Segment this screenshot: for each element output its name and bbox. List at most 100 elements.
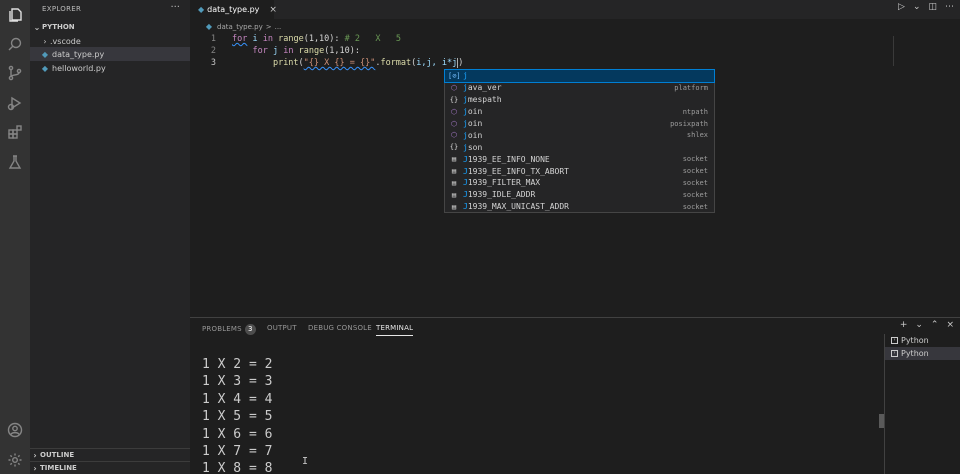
- breadcrumb-symbol[interactable]: ...: [275, 23, 282, 31]
- suggestion-item[interactable]: ⬡ join posixpath: [445, 118, 714, 130]
- namespace-icon: {}: [449, 143, 459, 152]
- chevron-down-icon[interactable]: ⌄: [913, 2, 921, 12]
- suggestion-item[interactable]: ▤ J1939_IDLE_ADDR socket: [445, 189, 714, 201]
- namespace-icon: {}: [449, 95, 459, 104]
- terminal-line: 1 X 6 = 6: [202, 426, 273, 442]
- sidebar-item-data-type[interactable]: ◆ data_type.py: [30, 47, 190, 61]
- suggestion-item[interactable]: {} json: [445, 141, 714, 153]
- tab-data-type[interactable]: ◆ data_type.py ×: [190, 0, 277, 19]
- tab-terminal[interactable]: TERMINAL: [376, 324, 414, 336]
- module-icon: ⬡: [450, 131, 458, 140]
- terminal-item-label: Python: [901, 349, 929, 358]
- code-token: (1,10):: [303, 34, 340, 44]
- code-token: range: [298, 46, 325, 56]
- suggestion-item[interactable]: {} jmespath: [445, 94, 714, 106]
- editor-scrollbar[interactable]: [893, 36, 894, 66]
- sidebar-item-helloworld[interactable]: ◆ helloworld.py: [30, 61, 190, 75]
- code-token: (1,10):: [324, 46, 361, 56]
- split-editor-icon[interactable]: ◫: [928, 2, 937, 12]
- code-line-1: 1 for i in range (1,10): # 2 X 5: [190, 33, 930, 45]
- chevron-right-icon: ›: [43, 36, 47, 46]
- testing-icon[interactable]: [5, 152, 25, 172]
- workspace-folder-label: PYTHON: [42, 23, 75, 31]
- suggestion-item[interactable]: ⬡ join shlex: [445, 129, 714, 141]
- timeline-section[interactable]: › TIMELINE: [30, 461, 190, 474]
- sidebar-title: EXPLORER: [42, 5, 82, 13]
- extensions-icon[interactable]: [5, 122, 25, 142]
- suggestion-detail: socket: [682, 155, 708, 164]
- suggestion-label: J1939_EE_INFO_NONE: [463, 154, 550, 164]
- terminal-item-python-2[interactable]: › Python: [885, 347, 960, 360]
- account-icon[interactable]: [5, 420, 25, 440]
- breadcrumb-separator: >: [265, 22, 272, 31]
- maximize-panel-icon[interactable]: ⌃: [931, 320, 939, 330]
- suggestion-detail: socket: [682, 202, 708, 211]
- search-icon[interactable]: [5, 34, 25, 54]
- suggestion-label: join: [463, 130, 483, 140]
- terminal-line: 1 X 5 = 5: [202, 409, 273, 425]
- breadcrumb-file[interactable]: data_type.py: [217, 23, 263, 31]
- suggestion-detail: posixpath: [670, 119, 708, 128]
- code-token: i,j, i*j: [416, 58, 458, 68]
- close-icon[interactable]: ×: [269, 5, 277, 15]
- suggestion-detail: shlex: [686, 131, 708, 140]
- terminal-list: › Python › Python: [884, 334, 960, 474]
- terminal-line: 1 X 8 = 8: [202, 461, 273, 474]
- explorer-icon[interactable]: [5, 5, 25, 25]
- source-control-icon[interactable]: [5, 63, 25, 83]
- module-icon: ⬡: [450, 119, 458, 128]
- python-file-icon: ◆: [41, 49, 49, 59]
- variable-icon: [⊘]: [448, 71, 461, 80]
- suggestion-widget: [⊘] j ⬡ java_ver platform {} jmespath ⬡ join n…: [444, 69, 715, 213]
- suggestion-detail: ntpath: [682, 107, 708, 116]
- suggestion-label: join: [463, 107, 483, 117]
- line-number: 2: [210, 46, 216, 56]
- tab-debug-console[interactable]: DEBUG CONSOLE: [308, 324, 372, 332]
- constant-icon: ▤: [451, 202, 457, 211]
- code-token: range: [278, 34, 304, 44]
- suggestion-item[interactable]: ⬡ join ntpath: [445, 106, 714, 118]
- close-icon[interactable]: ×: [946, 320, 954, 330]
- terminal-item-label: Python: [901, 336, 929, 345]
- tab-output[interactable]: OUTPUT: [267, 324, 297, 332]
- suggestion-item[interactable]: ⬡ java_ver platform: [445, 82, 714, 94]
- activity-bar: [0, 0, 30, 474]
- more-actions-icon[interactable]: ⋯: [945, 2, 954, 12]
- terminal-output[interactable]: 1 X 2 = 2 1 X 3 = 3 1 X 4 = 4 1 X 5 = 5 …: [202, 356, 272, 474]
- code-line-2: 2 for j in range (1,10):: [190, 45, 930, 57]
- suggestion-item[interactable]: ▤ J1939_FILTER_MAX socket: [445, 177, 714, 189]
- suggestion-item[interactable]: [⊘] j: [444, 69, 715, 83]
- panel-actions: + ⌄ ⌃ ×: [900, 320, 954, 330]
- suggestion-item[interactable]: ▤ J1939_EE_INFO_TX_ABORT socket: [445, 165, 714, 177]
- terminal-line: 1 X 7 = 7: [202, 443, 273, 459]
- tab-problems[interactable]: PROBLEMS 3: [202, 324, 256, 335]
- terminal-line: 1 X 2 = 2: [202, 357, 273, 372]
- suggestion-item[interactable]: ▤ J1939_EE_INFO_NONE socket: [445, 153, 714, 165]
- timeline-label: TIMELINE: [40, 464, 77, 472]
- constant-icon: ▤: [451, 190, 457, 199]
- python-file-icon: ◆: [41, 63, 49, 73]
- sidebar-item-vscode[interactable]: › .vscode: [30, 34, 190, 48]
- terminal-line: 1 X 4 = 4: [202, 391, 273, 407]
- chevron-down-icon[interactable]: ⌄: [915, 320, 923, 330]
- settings-icon[interactable]: [5, 450, 25, 470]
- module-icon: ⬡: [450, 107, 458, 116]
- tab-label: PROBLEMS: [202, 325, 242, 333]
- run-debug-icon[interactable]: [5, 93, 25, 113]
- suggestion-item[interactable]: ▤ J1939_MAX_UNICAST_ADDR socket: [445, 201, 714, 213]
- code-line-3: 3 print("{} X {} = {}". format(i,j, i*j): [190, 57, 930, 69]
- workspace-folder-header[interactable]: ⌄ PYTHON: [30, 20, 190, 34]
- text-cursor-icon: I: [302, 456, 309, 467]
- run-icon[interactable]: ▷: [898, 2, 905, 12]
- more-actions-icon[interactable]: ···: [170, 2, 180, 13]
- chevron-right-icon: ›: [33, 450, 37, 460]
- outline-label: OUTLINE: [40, 451, 75, 459]
- code-token: in: [262, 34, 273, 44]
- outline-section[interactable]: › OUTLINE: [30, 448, 190, 461]
- new-terminal-icon[interactable]: +: [900, 320, 908, 330]
- code-token: format: [380, 58, 412, 68]
- suggestion-label: j: [463, 71, 468, 81]
- constant-icon: ▤: [451, 155, 457, 164]
- terminal-item-python-1[interactable]: › Python: [885, 334, 960, 347]
- problems-count-badge: 3: [244, 324, 256, 335]
